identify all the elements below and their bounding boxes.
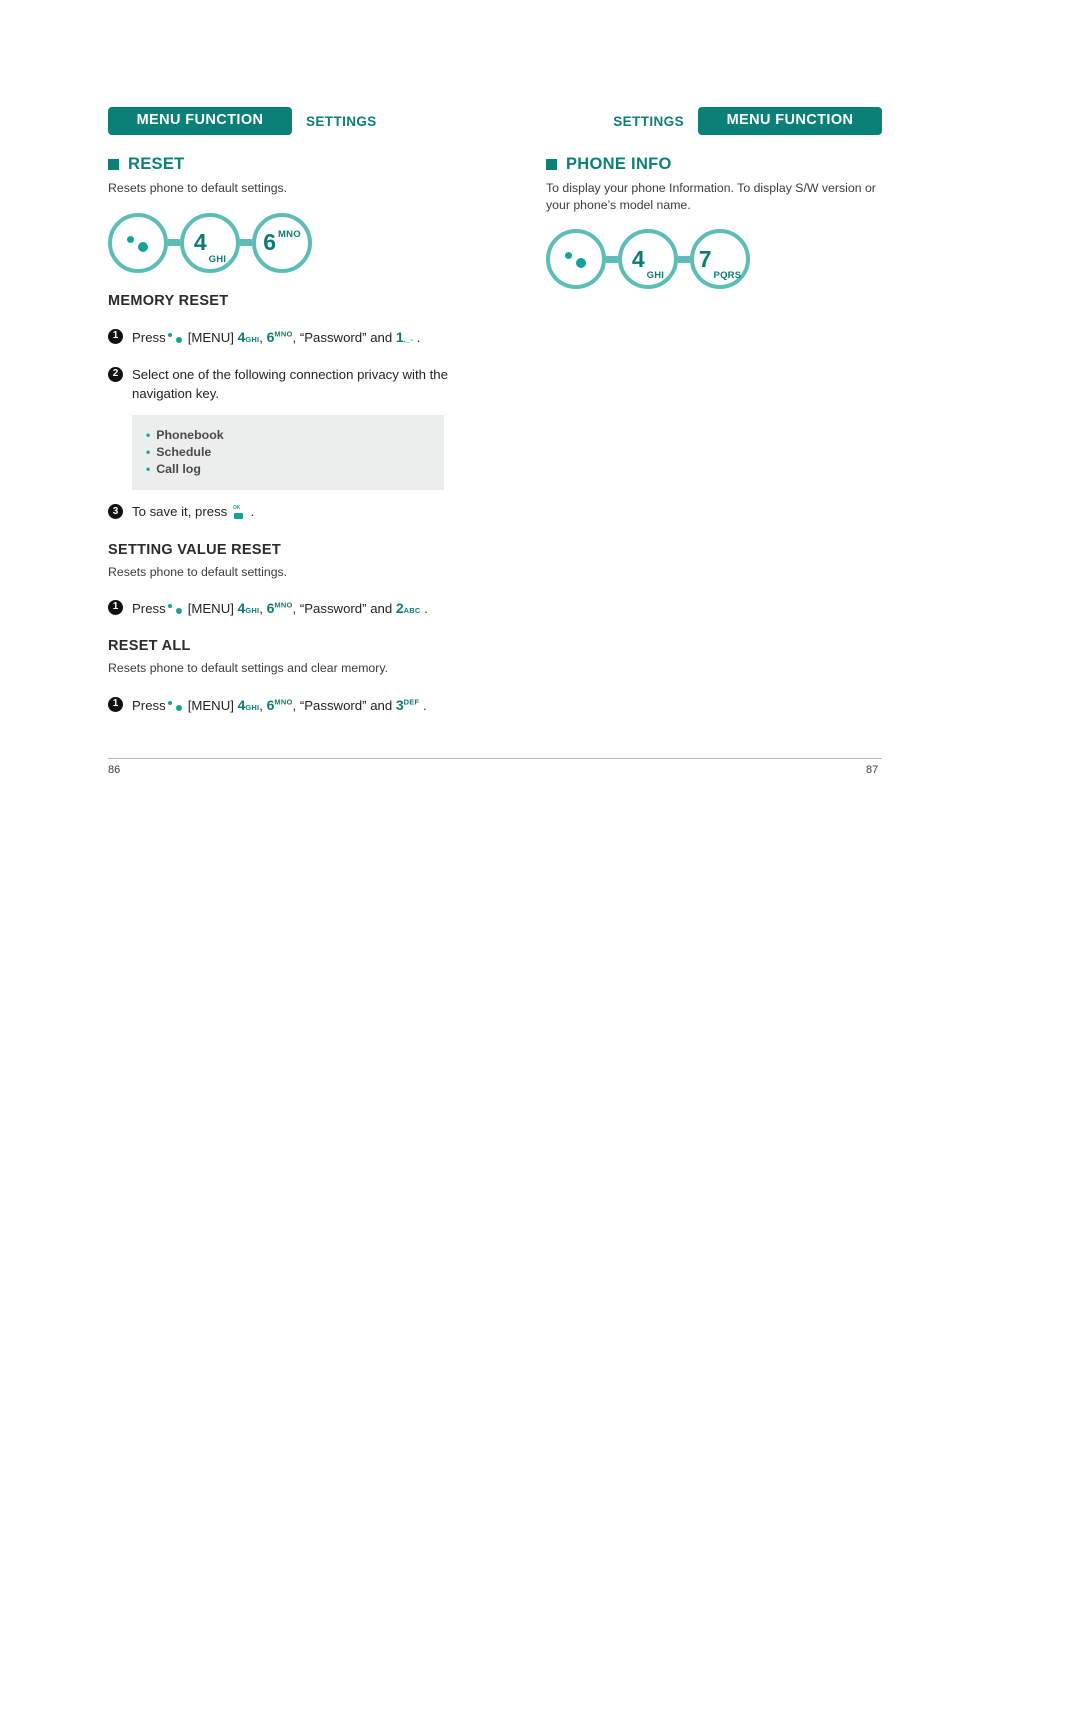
key-circle-6: 6 MNO <box>252 212 312 273</box>
step-number: 1 <box>108 328 123 344</box>
manual-spread: MENU FUNCTION SETTINGS SETTINGS MENU FUN… <box>0 0 1080 820</box>
key-number: 7 <box>698 245 712 272</box>
page-number-right: 87 <box>866 764 879 776</box>
header-subtitle-settings: SETTINGS <box>306 113 377 129</box>
key-circle-4: 4 GHI <box>180 212 240 273</box>
step-text: Press [MENU] 4GHI, 6MNO, “Password” and 1… <box>132 328 421 345</box>
page-number-left: 86 <box>108 764 121 776</box>
step-menu-label: [MENU] <box>187 698 234 713</box>
list-item: • Schedule <box>146 444 430 461</box>
lede-setting-value-reset: Resets phone to default settings. <box>108 564 288 579</box>
step-item: 1 Press [MENU] 4GHI, 6MNO, “Password” and… <box>108 695 498 715</box>
running-header-left: MENU FUNCTION SETTINGS <box>108 107 377 135</box>
key-circle-7: 7 PQRS <box>690 229 750 290</box>
step-suffix: . <box>250 504 255 520</box>
step-text: To save it, press OK . <box>132 502 254 521</box>
inline-key-6: 6MNO <box>266 600 293 617</box>
subheading-setting-value-reset: SETTING VALUE RESET <box>108 541 282 558</box>
step-prefix: To save it, press <box>132 504 228 520</box>
step-item: 3 To save it, press OK . <box>108 502 498 521</box>
menu-dots-icon <box>123 234 153 252</box>
inline-key-1: 1._- <box>395 328 414 345</box>
key-circle-menu <box>546 229 606 290</box>
step-text: Select one of the following connection p… <box>132 366 448 402</box>
step-number: 2 <box>108 366 123 382</box>
inline-key-4: 4GHI <box>237 697 260 713</box>
square-bullet-icon <box>546 159 557 170</box>
key-letters: PQRS <box>713 270 742 282</box>
square-bullet-icon <box>108 159 119 170</box>
inline-key-4: 4GHI <box>237 600 260 617</box>
inline-key-2: 2ABC <box>395 600 421 617</box>
bullet-dot-icon: • <box>146 444 151 459</box>
key-letters: GHI <box>646 270 665 282</box>
inline-key-4: 4GHI <box>237 328 260 345</box>
running-header-right: SETTINGS MENU FUNCTION <box>546 107 882 135</box>
inline-key-6: 6MNO <box>266 328 293 345</box>
step-number: 1 <box>108 697 123 712</box>
inline-key-3: 3DEF <box>395 697 420 713</box>
section-title-text: PHONE INFO <box>566 155 672 173</box>
step-prefix: Press <box>132 329 166 345</box>
key-sequence-reset: 4 GHI 6 MNO <box>108 212 498 273</box>
bullet-dot-icon: • <box>146 428 151 443</box>
key-connector <box>606 255 618 263</box>
section-title-text: RESET <box>128 155 185 173</box>
menu-dots-icon <box>167 604 187 615</box>
step-text: Press [MENU] 4GHI, 6MNO, “Password” and 3… <box>132 697 427 713</box>
step-menu-label: [MENU] <box>187 329 234 345</box>
step-item: 1 Press [MENU] 4GHI, 6MNO, “Password” and… <box>108 327 498 347</box>
step-mid-text: “Password” and <box>299 698 393 713</box>
section-lede-reset: Resets phone to default settings. <box>108 181 288 195</box>
key-connector <box>678 255 690 263</box>
menu-dots-icon <box>167 332 187 344</box>
menu-dots-icon <box>167 701 187 712</box>
step-mid-text: “Password” and <box>299 601 393 617</box>
header-subtitle-settings-right: SETTINGS <box>613 113 684 129</box>
list-item-label: Phonebook <box>156 428 224 443</box>
step-suffix: . <box>422 698 427 713</box>
key-circle-menu <box>108 212 168 273</box>
step-suffix: . <box>416 329 421 345</box>
subheading-memory-reset: MEMORY RESET <box>108 292 229 309</box>
list-item: • Phonebook <box>146 427 430 444</box>
lede-reset-all: Resets phone to default settings and cle… <box>108 661 389 676</box>
header-chip-menu-function: MENU FUNCTION <box>108 107 292 135</box>
bullet-dot-icon: • <box>146 461 151 476</box>
step-number: 1 <box>108 600 123 616</box>
page-right-body: PHONE INFO To display your phone Informa… <box>546 155 936 290</box>
section-lede-phone-info: To display your phone Information. To di… <box>546 181 876 212</box>
step-mid-text: “Password” and <box>299 329 393 345</box>
key-number: 6 <box>263 229 277 256</box>
step-prefix: Press <box>132 601 166 617</box>
key-letters: MNO <box>278 228 301 240</box>
step-item: 1 Press [MENU] 4GHI, 6MNO, “Password” and… <box>108 598 498 618</box>
step-menu-label: [MENU] <box>187 601 234 617</box>
step-item: 2 Select one of the following connection… <box>108 365 498 403</box>
list-item: • Call log <box>146 461 430 478</box>
key-sequence-phone-info: 4 GHI 7 PQRS <box>546 229 936 290</box>
key-number: 4 <box>193 229 207 256</box>
key-connector <box>240 239 252 247</box>
footer-divider <box>108 758 882 759</box>
step-suffix: . <box>424 601 428 617</box>
header-chip-menu-function-right: MENU FUNCTION <box>698 107 882 135</box>
key-number: 4 <box>631 245 645 272</box>
list-item-label: Schedule <box>156 444 212 459</box>
section-title-reset: RESET <box>108 155 498 174</box>
subheading-reset-all: RESET ALL <box>108 638 191 655</box>
key-circle-4: 4 GHI <box>618 229 678 290</box>
key-connector <box>168 239 180 247</box>
options-box: • Phonebook • Schedule • Call log <box>132 415 444 491</box>
step-number: 3 <box>108 504 123 520</box>
page-left-body: RESET Resets phone to default settings. … <box>108 155 498 715</box>
step-prefix: Press <box>132 698 166 713</box>
list-item-label: Call log <box>156 461 201 476</box>
inline-key-6: 6MNO <box>266 697 293 713</box>
step-text: Press [MENU] 4GHI, 6MNO, “Password” and 2… <box>132 600 428 617</box>
ok-key-icon: OK <box>233 506 245 520</box>
menu-dots-icon <box>561 250 591 269</box>
key-letters: GHI <box>208 253 227 265</box>
section-title-phone-info: PHONE INFO <box>546 155 936 174</box>
